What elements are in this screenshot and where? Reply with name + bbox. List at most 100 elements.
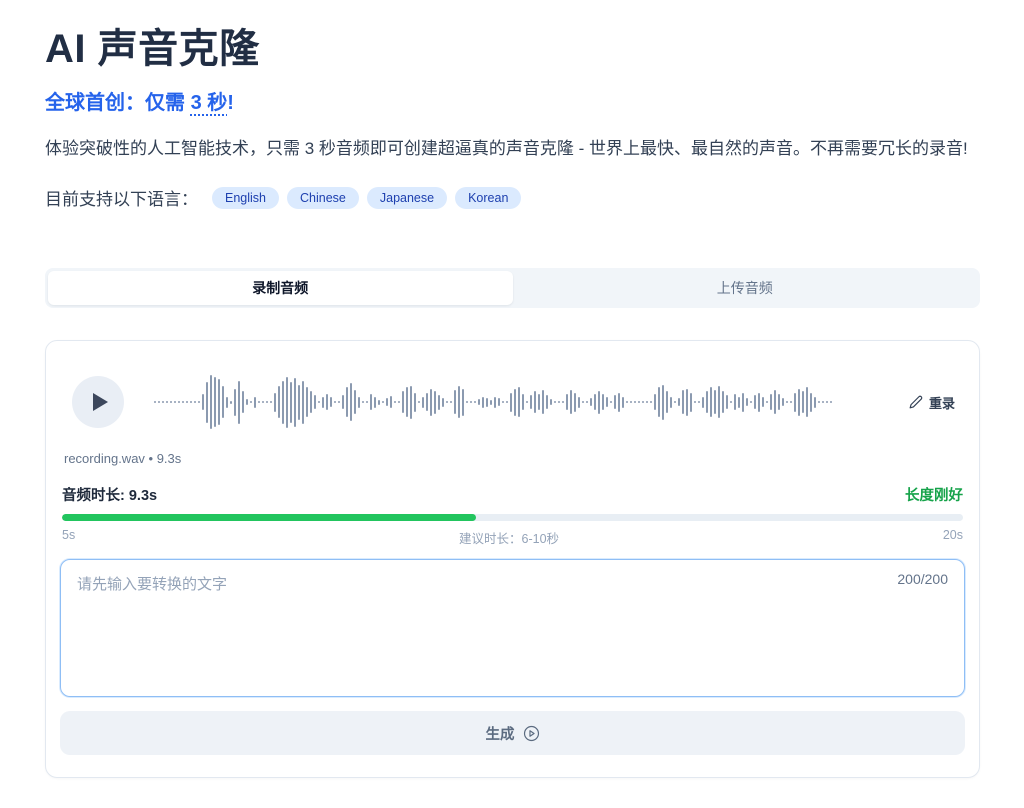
waveform-bar <box>294 378 296 427</box>
waveform-bar <box>622 397 624 408</box>
waveform-bar <box>310 391 312 413</box>
language-badge-korean: Korean <box>455 187 521 209</box>
waveform-bar <box>646 401 648 403</box>
waveform-bar <box>618 393 620 412</box>
supported-languages-row: 目前支持以下语言： English Chinese Japanese Korea… <box>45 185 980 210</box>
audio-player-row: 重录 <box>60 361 965 439</box>
duration-status-badge: 长度刚好 <box>905 484 963 505</box>
waveform-bar <box>274 393 276 412</box>
language-badge-japanese: Japanese <box>367 187 447 209</box>
waveform-bar <box>422 397 424 408</box>
waveform-bar <box>770 394 772 410</box>
waveform-bar <box>794 393 796 412</box>
waveform-bar <box>666 391 668 413</box>
waveform-bar <box>350 383 352 421</box>
waveform-bar <box>634 401 636 403</box>
waveform-bar <box>658 387 660 417</box>
waveform-bar <box>598 391 600 414</box>
waveform-bar <box>418 401 420 403</box>
play-button[interactable] <box>72 376 124 428</box>
waveform-bar <box>382 401 384 403</box>
waveform-bar <box>234 389 236 416</box>
waveform-bar <box>706 391 708 413</box>
waveform-bar <box>818 401 820 403</box>
duration-scale-row: 5s 建议时长：6-10秒 20s <box>62 528 963 547</box>
waveform-bar <box>678 398 680 406</box>
tab-record-audio[interactable]: 录制音频 <box>48 271 513 305</box>
waveform-bar <box>762 397 764 407</box>
waveform-bar <box>626 401 628 403</box>
waveform-bar <box>426 393 428 411</box>
duration-progress-track <box>62 514 963 521</box>
waveform-bar <box>526 401 528 403</box>
waveform-bar <box>254 397 256 408</box>
pencil-icon <box>909 395 923 409</box>
waveform-bar <box>434 391 436 414</box>
waveform-bar <box>374 397 376 408</box>
waveform-bar <box>358 397 360 408</box>
waveform-bar <box>406 387 408 417</box>
waveform-bar <box>662 385 664 420</box>
waveform-bar <box>698 401 700 403</box>
language-badge-english: English <box>212 187 279 209</box>
waveform-bar <box>246 399 248 405</box>
audio-duration-label: 音频时长: 9.3s <box>62 484 157 505</box>
waveform-bar <box>330 397 332 407</box>
waveform-bar <box>190 401 192 403</box>
audio-waveform[interactable] <box>154 371 883 433</box>
waveform-bar <box>746 398 748 406</box>
waveform-bar <box>342 395 344 409</box>
waveform-bar <box>506 401 508 403</box>
rerecord-button[interactable]: 重录 <box>909 393 955 412</box>
waveform-bar <box>170 401 172 403</box>
waveform-bar <box>174 401 176 403</box>
waveform-bar <box>810 393 812 412</box>
waveform-bar <box>450 401 452 403</box>
waveform-bar <box>290 382 292 423</box>
waveform-bar <box>266 401 268 403</box>
waveform-bar <box>502 401 504 403</box>
waveform-bar <box>286 377 288 428</box>
waveform-bar <box>546 395 548 409</box>
waveform-bar <box>714 390 716 414</box>
waveform-bar <box>318 401 320 403</box>
tab-upload-audio[interactable]: 上传音频 <box>513 271 978 305</box>
waveform-bar <box>690 393 692 412</box>
waveform-bar <box>226 397 228 408</box>
subtitle-highlight: 3 秒 <box>191 92 228 114</box>
waveform-bar <box>162 401 164 403</box>
waveform-bar <box>214 377 216 427</box>
waveform-bar <box>654 394 656 410</box>
waveform-bar <box>830 401 832 403</box>
waveform-bar <box>478 399 480 405</box>
waveform-bar <box>154 401 156 403</box>
waveform-bar <box>314 395 316 409</box>
waveform-bar <box>206 382 208 423</box>
waveform-bar <box>722 391 724 413</box>
tts-text-input[interactable] <box>77 573 948 683</box>
waveform-bar <box>474 401 476 403</box>
waveform-bar <box>158 401 160 403</box>
waveform-bar <box>338 401 340 403</box>
waveform-bar <box>218 379 220 425</box>
waveform-bar <box>442 398 444 407</box>
waveform-bar <box>494 397 496 408</box>
waveform-bar <box>806 387 808 417</box>
page-subtitle: 全球首创：仅需 3 秒! <box>45 86 980 115</box>
waveform-bar <box>486 398 488 407</box>
recording-file-info: recording.wav • 9.3s <box>64 451 965 466</box>
waveform-bar <box>270 401 272 403</box>
waveform-bar <box>702 397 704 408</box>
waveform-bar <box>814 397 816 408</box>
generate-button[interactable]: 生成 <box>60 711 965 755</box>
waveform-bar <box>362 401 364 403</box>
waveform-bar <box>514 389 516 416</box>
waveform-bar <box>366 401 368 403</box>
waveform-bar <box>166 401 168 403</box>
waveform-bar <box>462 389 464 416</box>
language-badge-chinese: Chinese <box>287 187 359 209</box>
waveform-bar <box>774 390 776 414</box>
waveform-bar <box>822 401 824 403</box>
waveform-bar <box>562 401 564 403</box>
generate-button-label: 生成 <box>486 723 515 744</box>
